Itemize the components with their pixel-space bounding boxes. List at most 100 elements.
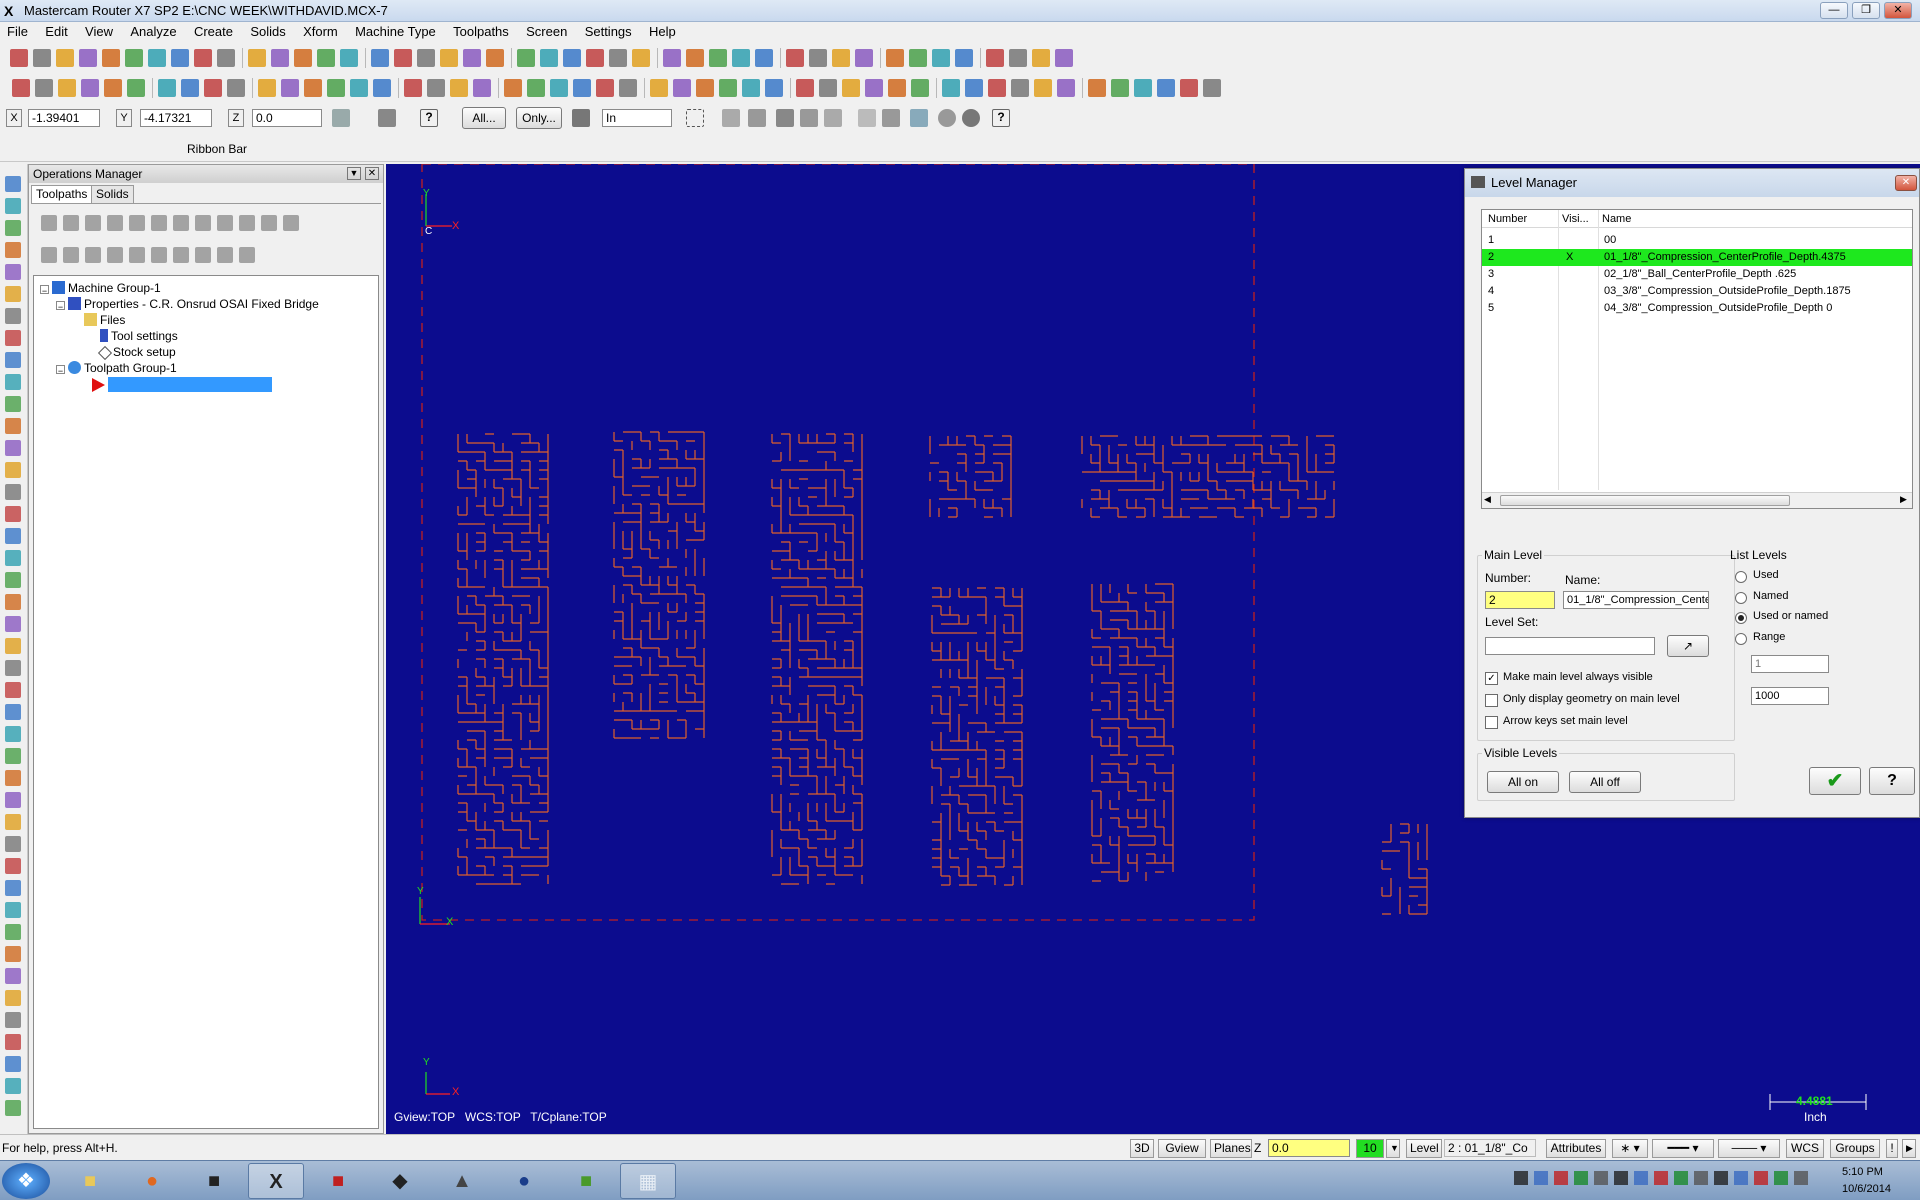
- toolbar-tool-icon[interactable]: [417, 49, 435, 67]
- status-attributes-button[interactable]: Attributes: [1546, 1139, 1606, 1158]
- radio-used[interactable]: [1735, 571, 1747, 583]
- line-width-dropdown[interactable]: ─── ▾: [1718, 1139, 1780, 1158]
- level-row[interactable]: 1 00: [1482, 232, 1912, 249]
- side-tool-icon[interactable]: [5, 220, 21, 236]
- operation-tool-icon[interactable]: [239, 215, 255, 231]
- toolbar-tool-icon[interactable]: [473, 79, 491, 97]
- toolbar-tool-icon[interactable]: [1157, 79, 1175, 97]
- toolbar-tool-icon[interactable]: [504, 79, 522, 97]
- toolbar-tool-icon[interactable]: [79, 49, 97, 67]
- x-coord-field[interactable]: -1.39401: [28, 109, 100, 127]
- side-tool-icon[interactable]: [5, 1034, 21, 1050]
- menu-help[interactable]: Help: [642, 22, 683, 42]
- column-number[interactable]: Number: [1488, 213, 1527, 225]
- maze-toolpath-block[interactable]: [931, 587, 1023, 886]
- no-select-icon[interactable]: [938, 109, 956, 127]
- all-on-button[interactable]: All on: [1487, 771, 1559, 793]
- radio-range[interactable]: [1735, 633, 1747, 645]
- level-row-selected[interactable]: 2 X 01_1/8"_Compression_CenterProfile_Dept…: [1482, 249, 1912, 266]
- toolbar-tool-icon[interactable]: [373, 79, 391, 97]
- line-style-dropdown[interactable]: ━━━ ▾: [1652, 1139, 1714, 1158]
- toolbar-tool-icon[interactable]: [888, 79, 906, 97]
- side-tool-icon[interactable]: [5, 770, 21, 786]
- menu-screen[interactable]: Screen: [519, 22, 574, 42]
- side-tool-icon[interactable]: [5, 572, 21, 588]
- side-tool-icon[interactable]: [5, 902, 21, 918]
- operation-tool-icon[interactable]: [173, 247, 189, 263]
- help-icon[interactable]: ?: [420, 109, 438, 127]
- toolbar-tool-icon[interactable]: [450, 79, 468, 97]
- toolbar-tool-icon[interactable]: [988, 79, 1006, 97]
- selection-grid-icon[interactable]: [572, 109, 590, 127]
- toolbar-tool-icon[interactable]: [942, 79, 960, 97]
- side-tool-icon[interactable]: [5, 462, 21, 478]
- level-set-field[interactable]: [1485, 637, 1655, 655]
- menu-xform[interactable]: Xform: [296, 22, 345, 42]
- toolbar-tool-icon[interactable]: [10, 49, 28, 67]
- toolbar-tool-icon[interactable]: [842, 79, 860, 97]
- operation-tool-icon[interactable]: [261, 215, 277, 231]
- status-gview-button[interactable]: Gview: [1158, 1139, 1206, 1158]
- toolbar-tool-icon[interactable]: [294, 49, 312, 67]
- toolbar-tool-icon[interactable]: [609, 49, 627, 67]
- make-main-visible-checkbox[interactable]: ✓: [1485, 672, 1498, 685]
- toolbar-tool-icon[interactable]: [271, 49, 289, 67]
- level-manager-titlebar[interactable]: Level Manager ✕: [1465, 169, 1919, 197]
- status-level-button[interactable]: Level: [1406, 1139, 1442, 1158]
- point-style-dropdown[interactable]: ∗ ▾: [1612, 1139, 1648, 1158]
- tray-icon[interactable]: [1754, 1171, 1768, 1185]
- panel-menu-icon[interactable]: ▼: [347, 167, 361, 180]
- side-tool-icon[interactable]: [5, 924, 21, 940]
- main-level-number-field[interactable]: 2: [1485, 591, 1555, 609]
- side-tool-icon[interactable]: [5, 814, 21, 830]
- tab-toolpaths[interactable]: Toolpaths: [31, 185, 93, 203]
- tree-insert-arrow[interactable]: [92, 376, 272, 393]
- toolbar-tool-icon[interactable]: [596, 79, 614, 97]
- operation-tool-icon[interactable]: [63, 215, 79, 231]
- menu-file[interactable]: File: [0, 22, 35, 42]
- taskbar-firefox[interactable]: ●: [124, 1163, 180, 1199]
- toolbar-tool-icon[interactable]: [317, 49, 335, 67]
- tray-icon[interactable]: [1654, 1171, 1668, 1185]
- toolbar-tool-icon[interactable]: [102, 49, 120, 67]
- toolbar-tool-icon[interactable]: [181, 79, 199, 97]
- toolbar-tool-icon[interactable]: [1134, 79, 1152, 97]
- select-body-icon[interactable]: [824, 109, 842, 127]
- toolbar-tool-icon[interactable]: [227, 79, 245, 97]
- tray-icon[interactable]: [1774, 1171, 1788, 1185]
- toolbar-tool-icon[interactable]: [1011, 79, 1029, 97]
- toolbar-tool-icon[interactable]: [304, 79, 322, 97]
- status-level-field[interactable]: 2 : 01_1/8"_Co: [1444, 1139, 1536, 1157]
- main-level-name-field[interactable]: 01_1/8"_Compression_Center: [1563, 591, 1709, 609]
- side-tool-icon[interactable]: [5, 726, 21, 742]
- taskbar-app-6[interactable]: ◆: [372, 1163, 428, 1199]
- units-select[interactable]: In: [602, 109, 672, 127]
- tree-stock-setup[interactable]: Stock setup: [97, 344, 176, 361]
- side-tool-icon[interactable]: [5, 242, 21, 258]
- tray-icon[interactable]: [1574, 1171, 1588, 1185]
- horizontal-scrollbar[interactable]: ◀ ▶: [1482, 492, 1912, 508]
- side-tool-icon[interactable]: [5, 1100, 21, 1116]
- only-button[interactable]: Only...: [516, 107, 562, 129]
- toolbar-tool-icon[interactable]: [1034, 79, 1052, 97]
- toolbar-tool-icon[interactable]: [686, 49, 704, 67]
- toolbar-tool-icon[interactable]: [1055, 49, 1073, 67]
- x-coord-label[interactable]: X: [6, 109, 22, 127]
- fast-point-icon[interactable]: [332, 109, 350, 127]
- status-color-dropdown[interactable]: ▼: [1386, 1139, 1400, 1158]
- operation-tool-icon[interactable]: [41, 215, 57, 231]
- maze-toolpath-block[interactable]: [1381, 823, 1428, 915]
- operation-tool-icon[interactable]: [85, 215, 101, 231]
- toolbar-tool-icon[interactable]: [632, 49, 650, 67]
- panel-close-icon[interactable]: ✕: [365, 167, 379, 180]
- side-tool-icon[interactable]: [5, 418, 21, 434]
- side-tool-icon[interactable]: [5, 616, 21, 632]
- operation-tool-icon[interactable]: [129, 215, 145, 231]
- toolbar-tool-icon[interactable]: [1180, 79, 1198, 97]
- operation-tool-icon[interactable]: [151, 247, 167, 263]
- start-button[interactable]: ❖: [2, 1163, 50, 1199]
- toolbar-tool-icon[interactable]: [394, 49, 412, 67]
- taskbar-app-9[interactable]: ■: [558, 1163, 614, 1199]
- level-row[interactable]: 3 02_1/8"_Ball_CenterProfile_Depth .625: [1482, 266, 1912, 283]
- ok-checkmark-button[interactable]: ✔: [1809, 767, 1861, 795]
